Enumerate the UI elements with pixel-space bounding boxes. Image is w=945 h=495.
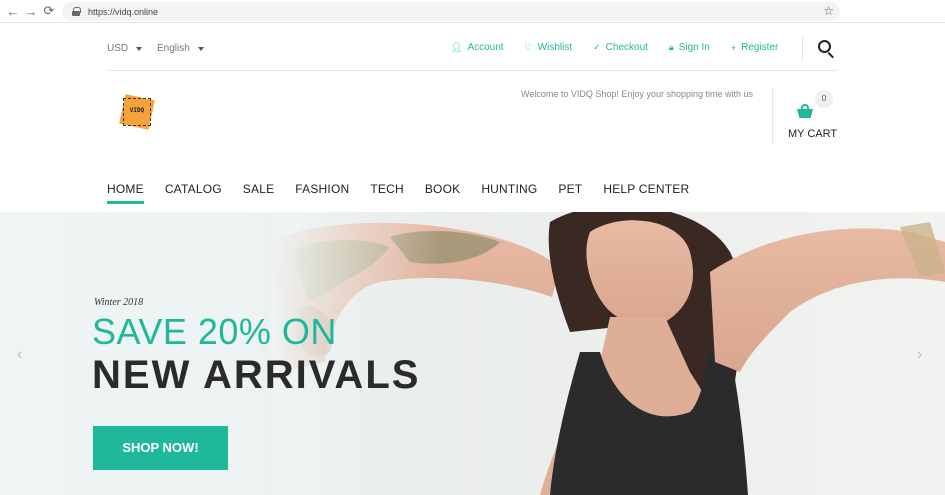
cart-count-badge: 0 xyxy=(815,90,833,108)
back-arrow-icon[interactable]: ← xyxy=(4,2,22,20)
bookmark-star-icon[interactable]: ☆ xyxy=(823,4,834,18)
nav-item-tech[interactable]: TECH xyxy=(370,182,403,200)
search-icon[interactable] xyxy=(818,40,836,59)
hero-subheadline: NEW ARRIVALS xyxy=(92,353,421,397)
basket-icon xyxy=(797,104,813,118)
reload-icon[interactable]: ⟳ xyxy=(40,2,58,20)
nav-item-pet[interactable]: PET xyxy=(558,182,582,200)
forward-arrow-icon[interactable]: → xyxy=(22,2,40,20)
hero-headline: SAVE 20% ON xyxy=(92,311,337,352)
wishlist-link[interactable]: ♡ Wishlist xyxy=(525,42,573,53)
nav-item-sale[interactable]: SALE xyxy=(243,182,275,200)
wishlist-link-label: Wishlist xyxy=(537,42,573,53)
cart-label: MY CART xyxy=(788,128,838,140)
currency-label: USD xyxy=(107,43,129,54)
cart-button[interactable]: 0 MY CART xyxy=(780,90,844,144)
nav-item-home[interactable]: HOME xyxy=(107,182,144,204)
heart-icon: ♡ xyxy=(524,42,533,52)
signin-link[interactable]: 🔒︎ Sign In xyxy=(669,42,710,53)
divider xyxy=(802,36,803,62)
currency-dropdown[interactable]: USD xyxy=(107,43,143,54)
shop-now-button[interactable]: SHOP NOW! xyxy=(93,426,228,470)
user-icon: 👤︎ xyxy=(451,42,463,52)
hero-eyebrow: Winter 2018 xyxy=(94,297,144,308)
logo-text: VIDQ xyxy=(129,107,145,114)
caret-down-icon xyxy=(197,46,204,51)
url-text: https://vidq.online xyxy=(88,6,159,17)
signin-link-label: Sign In xyxy=(678,42,710,53)
checkout-link-label: Checkout xyxy=(605,42,648,53)
chevron-right-icon[interactable]: › xyxy=(917,347,929,363)
site-logo[interactable]: VIDQ xyxy=(118,93,160,135)
nav-item-book[interactable]: BOOK xyxy=(425,182,460,200)
nav-item-help-center[interactable]: HELP CENTER xyxy=(603,182,689,200)
checkout-link[interactable]: ✓ Checkout xyxy=(593,42,648,53)
nav-item-catalog[interactable]: CATALOG xyxy=(165,182,222,200)
register-link[interactable]: + Register xyxy=(731,42,779,53)
language-dropdown[interactable]: English xyxy=(157,43,204,54)
chevron-left-icon[interactable]: ‹ xyxy=(17,347,29,363)
welcome-message: Welcome to VIDQ Shop! Enjoy your shoppin… xyxy=(521,89,753,99)
lock-icon xyxy=(72,7,81,16)
address-bar[interactable]: https://vidq.online ☆ xyxy=(62,2,840,21)
top-bar: USD English 👤︎ Account ♡ Wishlist ✓ Chec… xyxy=(107,36,838,71)
check-icon: ✓ xyxy=(593,42,601,52)
hero-slider: Winter 2018 SAVE 20% ON NEW ARRIVALS SHO… xyxy=(0,212,945,495)
browser-toolbar: ← → ⟳ https://vidq.online ☆ xyxy=(0,0,945,23)
user-plus-icon: + xyxy=(730,42,737,53)
register-link-label: Register xyxy=(741,42,779,53)
nav-item-fashion[interactable]: FASHION xyxy=(295,182,349,200)
divider xyxy=(772,88,773,144)
nav-item-hunting[interactable]: HUNTING xyxy=(481,182,537,200)
caret-down-icon xyxy=(136,46,143,51)
main-nav: HOME CATALOG SALE FASHION TECH BOOK HUNT… xyxy=(107,182,710,204)
account-links: 👤︎ Account ♡ Wishlist ✓ Checkout 🔒︎ Sign… xyxy=(451,42,799,53)
lock-icon: 🔒︎ xyxy=(668,42,674,52)
language-label: English xyxy=(157,43,190,54)
account-link[interactable]: 👤︎ Account xyxy=(451,42,504,53)
account-link-label: Account xyxy=(467,42,504,53)
